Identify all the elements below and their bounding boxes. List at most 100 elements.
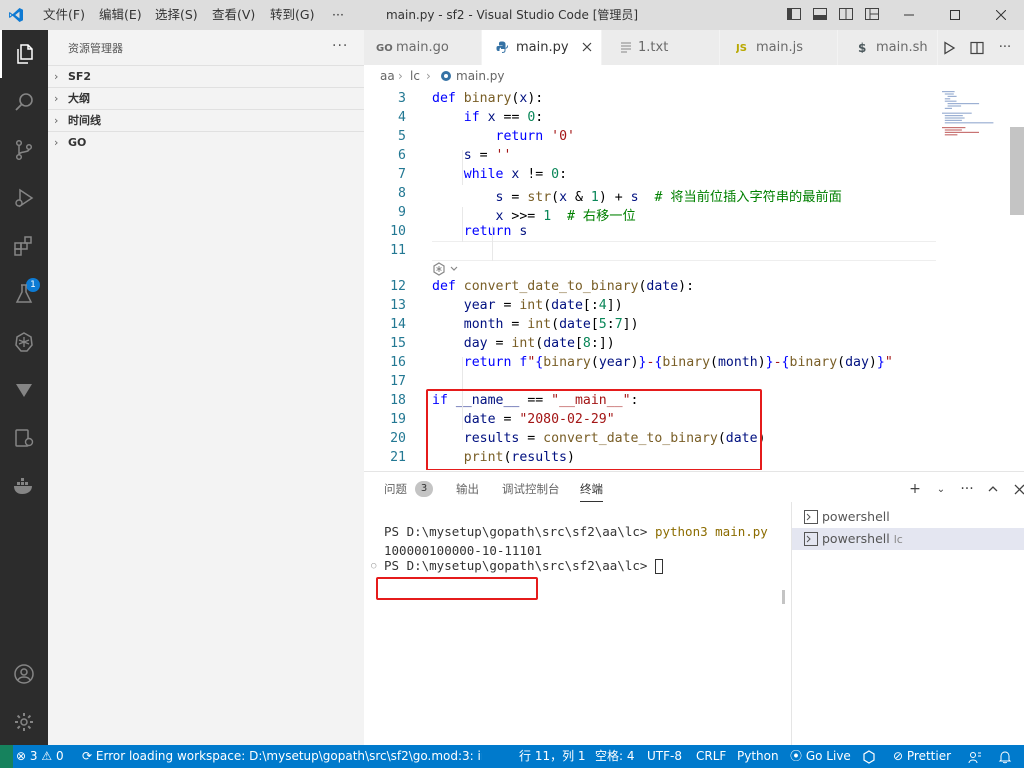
sidebar-more-icon[interactable]: ··· [332,38,348,54]
language-mode[interactable]: Python [737,745,779,768]
docker-icon[interactable] [0,462,48,510]
chevron-right-icon: › [54,114,59,127]
close-window-icon[interactable] [978,0,1024,30]
editor-scrollbar-thumb[interactable] [1010,127,1024,215]
minimap[interactable] [940,87,1010,470]
problems-status[interactable]: ⊗ 3 ⚠ 0 [16,745,64,768]
gitlens-icon[interactable] [0,366,48,414]
close-panel-icon[interactable] [1008,479,1024,499]
toggle-sidebar-icon[interactable] [786,6,804,24]
title-bar: 文件(F) 编辑(E) 选择(S) 查看(V) 转到(G) ··· main.p… [0,0,1024,30]
remote-explorer-icon[interactable] [0,414,48,462]
toggle-panel-icon[interactable] [812,6,830,24]
search-icon[interactable] [0,78,48,126]
terminal-item-powershell[interactable]: powershell [792,506,1024,528]
customize-layout-icon[interactable] [864,6,882,24]
line-number: 7 [398,167,406,182]
code-line: month = int(date[5:7]) [463,317,639,332]
menu-goto[interactable]: 转到(G) [265,0,319,30]
terminal-line-3: PS D:\mysetup\gopath\src\sf2\aa\lc> [384,558,663,574]
python-file-icon [440,70,452,82]
go-live[interactable]: ⦿ Go Live [790,745,851,768]
tab-1-txt[interactable]: 1.txt [602,30,720,65]
new-terminal-icon[interactable]: + [904,479,926,499]
feedback-icon[interactable] [968,750,982,764]
kubernetes-icon[interactable] [0,318,48,366]
code-editor[interactable]: 3 def binary(x): 4 if x == 0: 5 return '0' 6… [364,87,1010,470]
minimap-line [942,112,972,114]
breadcrumb-separator-icon: › [398,69,403,83]
toggle-secondary-sidebar-icon[interactable] [838,6,856,24]
minimap-line [944,134,958,136]
highlight-box-main-block [426,389,762,470]
minimap-line [944,117,965,119]
chevron-right-icon: › [54,136,59,149]
remote-indicator[interactable] [0,745,13,768]
panel-tab-output[interactable]: 输出 [456,481,479,497]
section-sf2[interactable]: › SF2 [48,65,364,87]
line-number: 11 [390,243,406,258]
js-file-icon: JS [736,41,750,53]
cursor-position[interactable]: 行 11，列 1 [519,745,586,768]
testing-icon[interactable] [0,270,48,318]
terminal-item-powershell-lc[interactable]: powershell lc [792,528,1024,550]
prettier-status[interactable]: ⊘ Prettier [893,745,951,768]
codelens-icon[interactable] [432,262,462,278]
end-of-line[interactable]: CRLF [696,745,726,768]
terminal-scrollbar[interactable] [782,590,785,604]
section-go[interactable]: › GO [48,131,364,153]
minimap-line [944,98,951,100]
breadcrumb-lc[interactable]: lc [410,65,420,87]
settings-gear-icon[interactable] [0,698,48,746]
source-control-icon[interactable] [0,126,48,174]
menu-view[interactable]: 查看(V) [207,0,260,30]
ellipsis-icon[interactable]: ··· [956,479,978,499]
code-line: return f"{binary(year)}-{binary(month)}-… [463,355,893,370]
section-timeline[interactable]: › 时间线 [48,109,364,131]
line-number: 12 [390,279,406,294]
kubernetes-status-icon[interactable] [862,750,876,764]
tab-main-py[interactable]: main.py [482,30,602,65]
menu-file[interactable]: 文件(F) [38,0,90,30]
breadcrumb-aa[interactable]: aa [380,65,395,87]
run-file-icon[interactable] [938,37,960,59]
line-number: 3 [398,91,406,106]
run-debug-icon[interactable] [0,174,48,222]
more-actions-icon[interactable]: ··· [994,37,1016,59]
indentation[interactable]: 空格: 4 [595,745,635,768]
line-number: 18 [390,393,406,408]
menu-edit[interactable]: 编辑(E) [94,0,147,30]
breadcrumb-file[interactable]: main.py [456,65,505,87]
menu-selection[interactable]: 选择(S) [150,0,203,30]
close-tab-icon[interactable] [582,30,592,65]
maximize-panel-icon[interactable] [982,479,1004,499]
section-outline[interactable]: › 大纲 [48,87,364,109]
encoding[interactable]: UTF-8 [647,745,682,768]
minimap-line [942,91,955,93]
workspace-error-status[interactable]: ⟳ Error loading workspace: D:\mysetup\go… [82,745,482,768]
bottom-panel: 问题 3 输出 调试控制台 终端 + ⌄ ··· PS D:\mysetup\g… [364,471,1024,746]
minimap-line [947,103,980,105]
panel-tab-problems[interactable]: 问题 [384,481,407,497]
accounts-icon[interactable] [0,650,48,698]
split-editor-icon[interactable] [966,37,988,59]
extensions-icon[interactable] [0,222,48,270]
explorer-icon[interactable] [0,30,48,78]
terminal-line-1: PS D:\mysetup\gopath\src\sf2\aa\lc> pyth… [384,524,768,539]
panel-tab-terminal[interactable]: 终端 [580,481,603,502]
panel-tab-debug-console[interactable]: 调试控制台 [502,481,560,497]
menu-more[interactable]: ··· [327,0,349,30]
tab-main-go[interactable]: GO main.go [364,30,482,65]
line-number: 19 [390,412,406,427]
line-number: 17 [390,374,406,389]
tab-main-sh[interactable]: $ main.sh [838,30,938,65]
terminal-icon [804,532,818,546]
tab-main-js[interactable]: JS main.js [720,30,838,65]
python-file-icon [496,41,508,53]
minimize-icon[interactable] [886,0,932,30]
maximize-icon[interactable] [932,0,978,30]
notifications-bell-icon[interactable] [998,750,1012,764]
terminal-dropdown-icon[interactable]: ⌄ [930,479,952,499]
terminal-output[interactable]: PS D:\mysetup\gopath\src\sf2\aa\lc> pyth… [364,512,790,744]
line-number: 8 [398,186,406,201]
